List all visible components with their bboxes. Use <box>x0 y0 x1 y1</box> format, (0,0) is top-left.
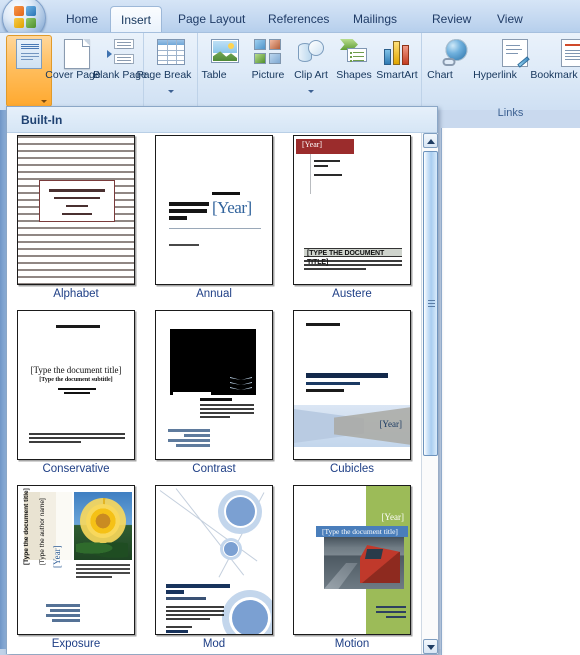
gallery-item-alphabet[interactable]: Alphabet <box>7 133 145 308</box>
hyperlink-icon <box>442 39 470 66</box>
gallery-item-cubicles[interactable]: [Year] Cubicles <box>283 308 421 483</box>
thumbnail-cubicles: [Year] <box>293 310 411 460</box>
gallery-row: [Type the document title] [Type the docu… <box>7 308 421 483</box>
thumbnail-motion: [Year] [Type the document title] <box>293 485 411 635</box>
smartart-icon <box>340 39 368 63</box>
shapes-dropdown-arrow[interactable] <box>308 90 314 93</box>
table-button[interactable]: Table <box>148 36 227 94</box>
thumbnail-annual: [Year] <box>155 135 273 285</box>
gallery-section-header: Built-In <box>7 107 437 133</box>
bookmark-icon <box>502 39 530 68</box>
page-break-icon <box>107 39 135 67</box>
gallery-item-label: Alphabet <box>53 288 99 300</box>
gallery-item-mod[interactable]: Mod <box>145 483 283 654</box>
tab-mailings[interactable]: Mailings <box>343 8 407 32</box>
blank-page-icon <box>64 39 90 69</box>
ribbon-group-illustrations: Picture Clip Art Shapes SmartArt Chart <box>200 33 453 111</box>
hyperlink-button[interactable]: Hyperlink <box>428 36 517 94</box>
thumbnail-contrast <box>155 310 273 460</box>
gallery-item-austere[interactable]: [Year] [TYPE THE DOCUMENT TITLE] Austere <box>283 133 421 308</box>
ribbon-group-pages: Cover Page Blank Page Page Break <box>4 33 191 111</box>
thumb-subtitle-text: [Type the author name] <box>39 498 46 565</box>
gallery-item-contrast[interactable]: Contrast <box>145 308 283 483</box>
tab-page-layout[interactable]: Page Layout <box>168 8 255 32</box>
gallery-row: Alphabet [Year] Annual [Year] [TYPE THE … <box>7 133 421 308</box>
links-group-label: Links <box>497 107 524 119</box>
ribbon-body: Cover Page Blank Page Page Break Table P… <box>0 32 580 111</box>
bookmark-button[interactable]: Bookmark <box>487 36 578 94</box>
gallery-items-container: Alphabet [Year] Annual [Year] [TYPE THE … <box>7 133 421 654</box>
ribbon-tab-bar: Home Insert Page Layout References Maili… <box>0 0 580 40</box>
gallery-item-label: Conservative <box>42 463 110 475</box>
gallery-row: [Type the document title] [Type the auth… <box>7 483 421 654</box>
cover-page-dropdown-arrow[interactable] <box>41 100 47 103</box>
cross-reference-icon <box>561 39 580 67</box>
scroll-grip-icon <box>428 299 435 308</box>
thumb-title-text: [Type the document title] <box>30 365 122 375</box>
office-logo-icon <box>14 6 37 30</box>
clip-art-icon <box>254 39 282 65</box>
thumbnail-mod <box>155 485 273 635</box>
thumb-title-text: [Type the document title] <box>23 488 30 565</box>
shapes-icon <box>297 39 325 65</box>
tab-review[interactable]: Review <box>422 8 481 32</box>
gallery-item-label: Annual <box>196 288 232 300</box>
picture-button[interactable]: Picture <box>202 36 284 94</box>
scroll-thumb[interactable] <box>423 151 438 456</box>
scroll-up-arrow[interactable] <box>423 133 438 148</box>
cover-page-gallery: Built-In Alphabet [Year] Annual [Year] [… <box>6 106 438 654</box>
picture-icon <box>211 39 239 63</box>
thumbnail-exposure: [Type the document title] [Type the auth… <box>17 485 135 635</box>
tab-view[interactable]: View <box>487 8 533 32</box>
gallery-item-annual[interactable]: [Year] Annual <box>145 133 283 308</box>
thumb-subtitle-text: [Type the document subtitle] <box>39 377 113 383</box>
tab-home[interactable]: Home <box>56 8 108 32</box>
cross-reference-label: Cross-re <box>544 70 580 81</box>
thumbnail-alphabet <box>17 135 135 285</box>
gallery-item-exposure[interactable]: [Type the document title] [Type the auth… <box>7 483 145 654</box>
thumb-title-text: [Type the document title] <box>322 527 398 536</box>
gallery-item-label: Austere <box>332 288 372 300</box>
gallery-scrollbar[interactable] <box>421 133 438 654</box>
blank-page-button[interactable]: Blank Page <box>54 36 147 94</box>
thumb-year-text: [Year] <box>379 419 402 429</box>
gallery-item-motion[interactable]: [Year] [Type the document title] Motion <box>283 483 421 654</box>
chart-icon <box>383 39 411 65</box>
thumb-year-text: [Year] <box>381 512 404 522</box>
gallery-item-label: Exposure <box>51 638 101 650</box>
ribbon-group-tables: Table <box>146 33 227 111</box>
document-page <box>441 128 580 655</box>
cover-page-icon <box>16 39 42 69</box>
gallery-item-label: Contrast <box>192 463 236 475</box>
scroll-down-arrow[interactable] <box>423 639 438 654</box>
smartart-button[interactable]: SmartArt <box>331 36 418 94</box>
cover-page-button[interactable]: Cover Page <box>6 35 101 107</box>
tab-insert[interactable]: Insert <box>110 6 163 33</box>
thumb-year-text: [Year] <box>52 545 62 568</box>
chart-button[interactable]: Chart <box>374 36 453 94</box>
thumb-year-text: [Year] <box>212 198 252 217</box>
gallery-item-conservative[interactable]: [Type the document title] [Type the docu… <box>7 308 145 483</box>
cross-reference-button[interactable]: Cross-re <box>546 36 580 94</box>
tab-references[interactable]: References <box>258 8 339 32</box>
gallery-item-label: Mod <box>202 638 226 650</box>
table-icon <box>157 39 185 65</box>
gallery-item-label: Cubicles <box>329 463 375 475</box>
thumb-year-text: [Year] <box>302 140 323 149</box>
table-dropdown-arrow[interactable] <box>168 90 174 93</box>
shapes-button[interactable]: Shapes <box>288 36 372 94</box>
ribbon: Home Insert Page Layout References Maili… <box>0 0 580 111</box>
gallery-item-label: Motion <box>334 638 370 650</box>
page-break-button[interactable]: Page Break <box>98 36 191 94</box>
thumbnail-austere: [Year] [TYPE THE DOCUMENT TITLE] <box>293 135 411 285</box>
thumbnail-conservative: [Type the document title] [Type the docu… <box>17 310 135 460</box>
clip-art-button[interactable]: Clip Art <box>245 36 328 94</box>
